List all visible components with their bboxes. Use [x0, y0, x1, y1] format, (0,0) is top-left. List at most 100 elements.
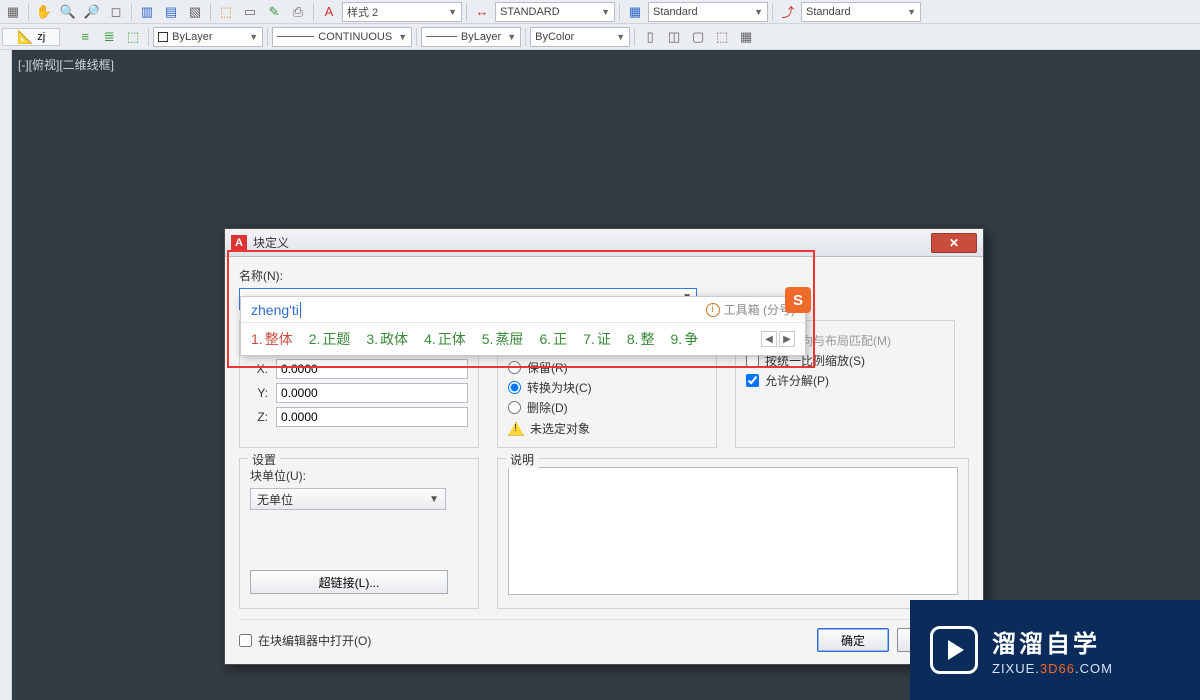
ok-button[interactable]: 确定 [817, 628, 889, 652]
chevron-down-icon: ▼ [595, 7, 610, 17]
combo-value: Standard [653, 6, 698, 18]
convert-radio[interactable]: 转换为块(C) [508, 379, 706, 396]
description-group: 说明 [497, 458, 969, 609]
text-style-combo[interactable]: 样式 2▼ [342, 2, 462, 22]
ime-pinyin: zheng'ti [251, 302, 301, 318]
ime-toolbox-hint[interactable]: i 工具箱 (分号) [706, 301, 795, 318]
zoom-out-icon[interactable]: 🔎 [81, 2, 103, 22]
x-input[interactable] [276, 359, 468, 379]
tool-btn[interactable]: ▦ [2, 2, 24, 22]
retain-radio[interactable]: 保留(R) [508, 359, 706, 376]
file-tab-label: zj [37, 31, 45, 43]
combo-value: CONTINUOUS [318, 31, 392, 43]
table-style-combo[interactable]: Standard▼ [648, 2, 768, 22]
viewport-icon[interactable]: ◫ [663, 27, 685, 47]
chevron-down-icon: ▼ [442, 7, 457, 17]
combo-value: ByLayer [461, 31, 501, 43]
separator [525, 28, 526, 46]
group-title: 设置 [248, 451, 280, 468]
ime-cand-1[interactable]: 1.整体 [251, 329, 293, 349]
tool-btn[interactable]: ⎙ [287, 2, 309, 22]
x-label: X: [250, 362, 268, 376]
combo-value: ByLayer [172, 31, 212, 43]
toolbar-row-1: ▦ ✋ 🔍 🔎 ◻ ▥ ▤ ▧ ⬚ ▭ ✎ ⎙ A 样式 2▼ ↔ STANDA… [0, 0, 1200, 24]
layer-iso-icon[interactable]: ≣ [98, 27, 120, 47]
viewport-icon[interactable]: ▯ [639, 27, 661, 47]
ime-paging: ◀ ▶ [761, 331, 795, 347]
left-edge-panel [0, 50, 12, 700]
separator [313, 3, 314, 21]
dialog-title: 块定义 [253, 234, 289, 251]
allow-explode-check[interactable]: 允许分解(P) [746, 372, 944, 389]
lineweight-combo[interactable]: ByLayer▼ [421, 27, 521, 47]
ime-cand-5[interactable]: 5.蒸屉 [482, 329, 524, 349]
lower-row: 设置 块单位(U): 无单位▼ 超链接(L)... 说明 [239, 458, 969, 609]
watermark-card: 溜溜自学 ZIXUE.3D66.COM [910, 600, 1200, 700]
separator [416, 28, 417, 46]
ime-popup: S zheng'ti i 工具箱 (分号) 1.整体 2.正题 3.政体 4.正… [240, 296, 806, 356]
chevron-down-icon: ▼ [243, 32, 258, 42]
separator [619, 3, 620, 21]
open-in-editor-check[interactable]: 在块编辑器中打开(O) [239, 632, 371, 649]
tool-btn[interactable]: ▥ [136, 2, 158, 22]
ime-cand-2[interactable]: 2.正题 [309, 329, 351, 349]
table-style-icon[interactable]: ▦ [624, 2, 646, 22]
pan-icon[interactable]: ✋ [33, 2, 55, 22]
ime-cand-4[interactable]: 4.正体 [424, 329, 466, 349]
separator [148, 28, 149, 46]
viewport-label[interactable]: [-][俯视][二维线框] [18, 56, 114, 73]
tool-btn[interactable]: ▧ [184, 2, 206, 22]
chevron-down-icon: ▼ [429, 494, 439, 505]
ime-next-page[interactable]: ▶ [779, 331, 795, 347]
layer-combo[interactable]: ByLayer ▼ [153, 27, 263, 47]
ime-prev-page[interactable]: ◀ [761, 331, 777, 347]
dim-style-icon[interactable]: ↔ [471, 2, 493, 22]
lineweight-preview [426, 36, 457, 37]
watermark-title: 溜溜自学 [992, 624, 1113, 659]
group-title: 说明 [506, 451, 538, 468]
close-button[interactable]: ✕ [931, 233, 977, 253]
viewport-icon[interactable]: ▦ [735, 27, 757, 47]
text-style-icon[interactable]: A [318, 2, 340, 22]
linetype-preview [277, 36, 314, 37]
delete-radio[interactable]: 删除(D) [508, 399, 706, 416]
separator [466, 3, 467, 21]
linetype-combo[interactable]: CONTINUOUS▼ [272, 27, 412, 47]
ime-cand-8[interactable]: 8.整 [627, 329, 655, 349]
chevron-down-icon: ▼ [901, 7, 916, 17]
ime-top-row: zheng'ti i 工具箱 (分号) [241, 297, 805, 323]
mleader-style-icon[interactable]: ⤴ [777, 2, 799, 22]
z-input[interactable] [276, 407, 468, 427]
plotstyle-combo[interactable]: ByColor▼ [530, 27, 630, 47]
tool-btn[interactable]: ⬚ [215, 2, 237, 22]
file-tab[interactable]: 📐zj [2, 28, 60, 46]
dialog-titlebar[interactable]: A 块定义 ✕ [225, 229, 983, 257]
block-unit-combo[interactable]: 无单位▼ [250, 488, 446, 510]
warning-row: 未选定对象 [508, 420, 706, 437]
zoom-window-icon[interactable]: ◻ [105, 2, 127, 22]
z-label: Z: [250, 410, 268, 424]
settings-group: 设置 块单位(U): 无单位▼ 超链接(L)... [239, 458, 479, 609]
layer-props-icon[interactable]: ≡ [74, 27, 96, 47]
description-textarea[interactable] [508, 467, 958, 595]
tool-btn[interactable]: ▭ [239, 2, 261, 22]
watermark-subtitle: ZIXUE.3D66.COM [992, 661, 1113, 676]
chevron-down-icon: ▼ [392, 32, 407, 42]
ime-cand-7[interactable]: 7.证 [583, 329, 611, 349]
viewport-icon[interactable]: ⬚ [711, 27, 733, 47]
separator [634, 28, 635, 46]
mleader-style-combo[interactable]: Standard▼ [801, 2, 921, 22]
tool-btn[interactable]: ✎ [263, 2, 285, 22]
ime-cand-6[interactable]: 6.正 [539, 329, 567, 349]
y-input[interactable] [276, 383, 468, 403]
zoom-in-icon[interactable]: 🔍 [57, 2, 79, 22]
viewport-icon[interactable]: ▢ [687, 27, 709, 47]
ime-cand-3[interactable]: 3.政体 [366, 329, 408, 349]
dim-style-combo[interactable]: STANDARD▼ [495, 2, 615, 22]
unit-label: 块单位(U): [250, 467, 468, 484]
tool-btn[interactable]: ▤ [160, 2, 182, 22]
layer-match-icon[interactable]: ⬚ [122, 27, 144, 47]
separator [28, 3, 29, 21]
hyperlink-button[interactable]: 超链接(L)... [250, 570, 448, 594]
ime-cand-9[interactable]: 9.争 [671, 329, 699, 349]
